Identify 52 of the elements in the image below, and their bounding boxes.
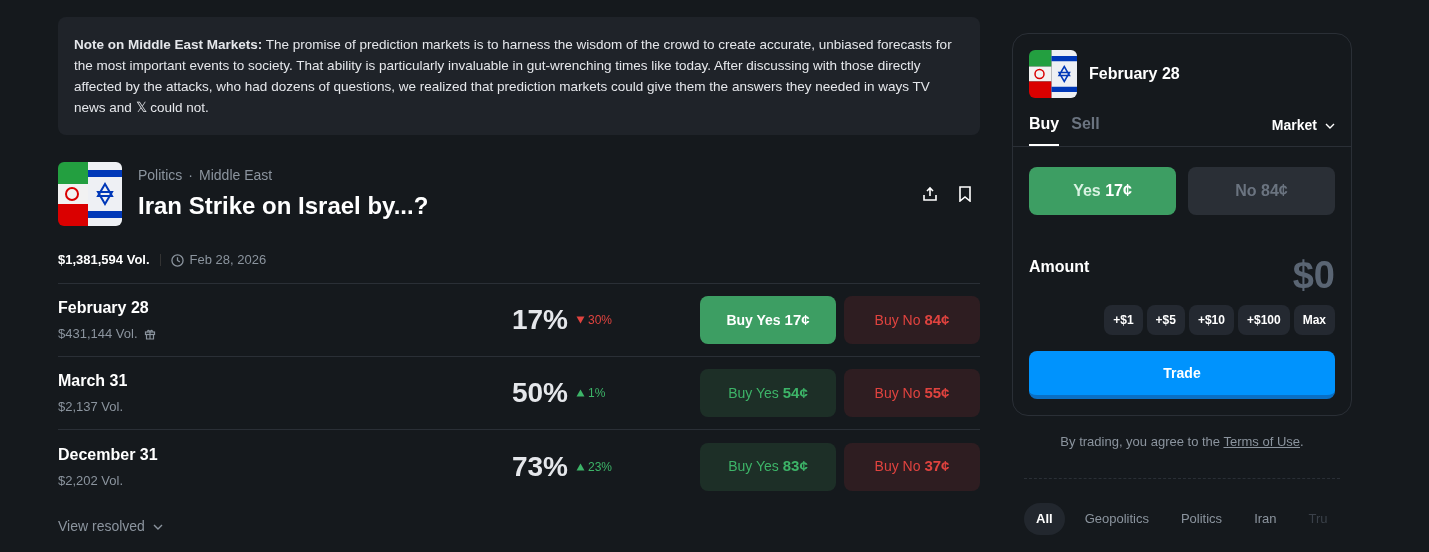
buy-yes-button[interactable]: Buy Yes 17¢ — [700, 296, 836, 344]
category-tag[interactable]: Iran — [1242, 502, 1289, 535]
trade-button[interactable]: Trade — [1029, 351, 1335, 399]
end-date: Feb 28, 2026 — [189, 251, 267, 270]
order-type-dropdown[interactable]: Market — [1271, 115, 1335, 136]
market-title: February 28 — [1089, 64, 1180, 84]
amount-label: Amount — [1029, 257, 1090, 277]
breadcrumb-separator: · — [188, 165, 194, 185]
market-name: December 31 — [58, 444, 159, 465]
bookmark-icon[interactable] — [958, 186, 972, 202]
amount-increment-button[interactable]: +$100 — [1237, 305, 1290, 335]
clock-icon — [170, 253, 184, 267]
terms-text: By trading, you agree to the Terms of Use. — [1059, 433, 1305, 451]
buy-yes-button[interactable]: Buy Yes 54¢ — [700, 369, 836, 417]
buy-no-button[interactable]: Buy No 55¢ — [844, 369, 980, 417]
amount-increment-button[interactable]: Max — [1293, 305, 1335, 335]
category-tag[interactable]: Geopolitics — [1072, 502, 1161, 535]
flags-drawing — [1029, 50, 1077, 98]
order-side-tab[interactable]: Buy — [1029, 112, 1060, 146]
chance-percent: 73% — [511, 449, 568, 484]
market-volume: $2,202 Vol. — [58, 471, 124, 490]
chevron-down-icon — [152, 523, 163, 530]
chance-percent: 50% — [511, 376, 568, 410]
buy-no-button[interactable]: Buy No 84¢ — [844, 296, 980, 344]
order-side-tab[interactable]: Sell — [1071, 112, 1100, 146]
change-percent: 1% — [588, 385, 606, 402]
change-percent: 30% — [588, 312, 613, 329]
buy-yes-button[interactable]: Buy Yes 83¢ — [700, 442, 836, 491]
change-percent: 23% — [588, 458, 613, 476]
terms-link[interactable]: Terms of Use — [1223, 434, 1301, 449]
chance-percent: 17% — [511, 303, 568, 337]
market-volume: $431,144 Vol. — [58, 325, 138, 344]
amount-field[interactable]: $0 — [1292, 253, 1335, 297]
flags-drawing — [58, 162, 122, 226]
view-resolved-link[interactable]: View resolved — [58, 516, 163, 537]
chevron-down-icon — [1325, 122, 1335, 129]
market-name: February 28 — [58, 298, 150, 319]
buy-no-button[interactable]: Buy No 37¢ — [844, 442, 980, 491]
total-volume: $1,381,594 Vol. — [58, 251, 150, 270]
amount-increment-button[interactable]: +$10 — [1188, 305, 1234, 335]
note-text: Note on Middle East Markets: The promise of prediction markets is to harness the wisdom of the crowd to create accurate, unbiased forecasts for the most important events to society. That ability is particularly invaluable in gut-wrenching times like today. After discussing with those directly affected by the attacks, who had dozens of questions, we realized that prediction markets could give them the answers they needed in ways TV news and 𝕏 could not. — [74, 36, 953, 117]
amount-increment-button[interactable]: +$5 — [1146, 305, 1185, 335]
category-tag[interactable]: Politics — [1168, 502, 1235, 535]
market-name: March 31 — [58, 371, 129, 392]
event-title: Iran Strike on Israel by...? — [138, 190, 429, 221]
category-tag[interactable]: All — [1024, 502, 1065, 535]
market-volume: $2,137 Vol. — [58, 398, 124, 417]
yes-outcome-button[interactable]: Yes 17¢ — [1029, 167, 1176, 215]
share-icon[interactable] — [922, 186, 938, 202]
amount-increment-button[interactable]: +$1 — [1104, 305, 1143, 335]
breadcrumb-link[interactable]: Politics — [138, 164, 183, 186]
breadcrumb-link[interactable]: Middle East — [199, 164, 273, 186]
